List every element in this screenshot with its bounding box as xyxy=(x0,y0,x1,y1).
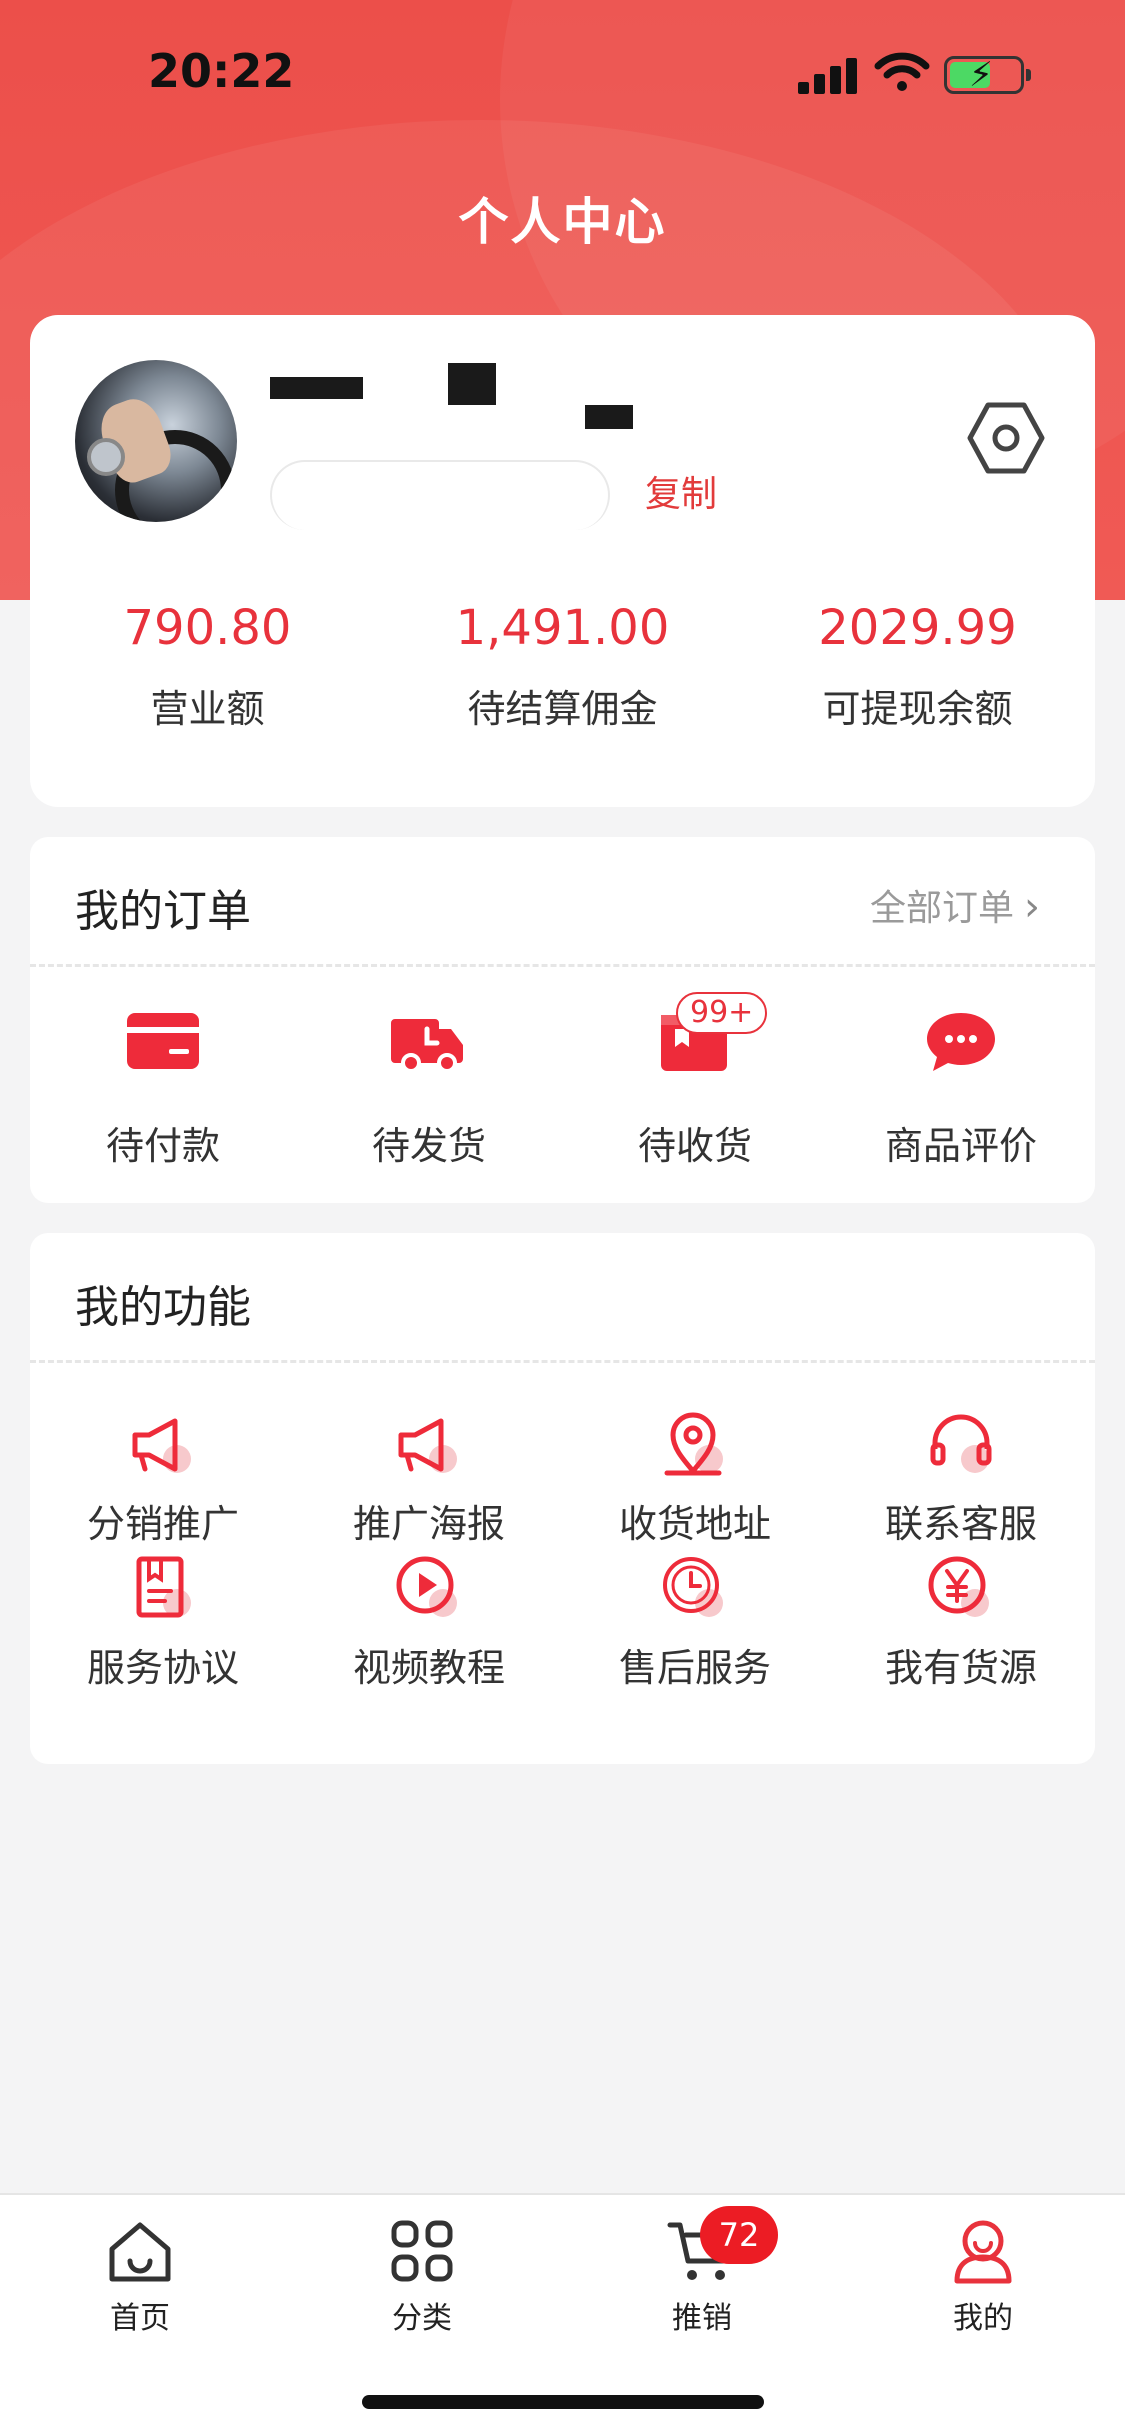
username-redacted xyxy=(585,405,633,429)
headset-icon xyxy=(930,1414,992,1473)
stat-value: 2029.99 xyxy=(818,600,1017,656)
orders-header: 我的订单 全部订单 › xyxy=(30,837,1095,967)
status-bar: 20:22 ⚡ xyxy=(0,0,1125,140)
all-orders-label: 全部订单 xyxy=(869,888,1014,929)
order-label: 商品评价 xyxy=(884,1124,1037,1168)
location-pin-icon xyxy=(664,1412,723,1476)
clock-icon xyxy=(663,1557,723,1617)
func-promo-poster[interactable]: 推广海报 xyxy=(296,1363,562,1546)
func-service-agreement[interactable]: 服务协议 xyxy=(30,1543,296,1723)
truck-icon xyxy=(391,1019,463,1073)
func-shipping-address[interactable]: 收货地址 xyxy=(562,1363,828,1546)
func-label: 联系客服 xyxy=(884,1502,1037,1546)
user-icon xyxy=(954,2220,1012,2284)
order-review[interactable]: 商品评价 xyxy=(828,967,1094,1199)
page-title: 个人中心 xyxy=(458,193,667,251)
tab-label: 我的 xyxy=(953,2301,1013,2336)
card-icon xyxy=(127,1013,199,1069)
functions-title: 我的功能 xyxy=(75,1282,251,1333)
stat-label: 待结算佣金 xyxy=(467,687,658,731)
stat-value: 1,491.00 xyxy=(455,600,670,656)
stat-pending-commission[interactable]: 1,491.00 待结算佣金 xyxy=(385,600,740,733)
grid-icon xyxy=(391,2220,453,2282)
stat-revenue[interactable]: 790.80 营业额 xyxy=(30,600,385,733)
stat-label: 营业额 xyxy=(150,687,265,731)
tab-label: 推销 xyxy=(672,2301,732,2336)
func-after-sales[interactable]: 售后服务 xyxy=(562,1543,828,1723)
avatar[interactable] xyxy=(75,360,237,522)
func-label: 分销推广 xyxy=(86,1502,239,1546)
megaphone-icon xyxy=(132,1418,191,1473)
profile-card: 复制 790.80 营业额 1,491.00 待结算佣金 2029.99 可提现… xyxy=(30,315,1095,807)
yen-icon xyxy=(928,1556,989,1617)
order-pending-shipment[interactable]: 待发货 xyxy=(296,967,562,1199)
wifi-icon xyxy=(874,52,930,91)
user-id-pill xyxy=(270,460,610,530)
func-distribution-promo[interactable]: 分销推广 xyxy=(30,1363,296,1546)
pending-receipt-badge: 99+ xyxy=(676,992,768,1034)
functions-header: 我的功能 xyxy=(30,1233,1095,1363)
stat-withdrawable-balance[interactable]: 2029.99 可提现余额 xyxy=(740,600,1095,733)
order-label: 待发货 xyxy=(371,1124,486,1168)
tab-mine[interactable]: 我的 xyxy=(883,2215,1083,2337)
username-redacted xyxy=(448,363,496,405)
username-redacted xyxy=(270,377,363,399)
battery-icon: ⚡ xyxy=(944,55,1031,95)
func-customer-service[interactable]: 联系客服 xyxy=(828,1363,1094,1546)
tab-label: 分类 xyxy=(392,2301,452,2336)
signal-icon xyxy=(798,58,858,94)
functions-card: 我的功能 分销推广 推广海报 收货地址 联系客服 服务协议 视频教程 售后服务 … xyxy=(30,1233,1095,1764)
settings-icon[interactable] xyxy=(967,399,1045,477)
megaphone-icon xyxy=(398,1418,457,1473)
orders-card: 我的订单 全部订单 › 待付款 待发货 待收货 商品评价 xyxy=(30,837,1095,1203)
document-icon xyxy=(136,1556,191,1618)
play-icon xyxy=(396,1556,457,1617)
tab-label: 首页 xyxy=(110,2301,170,2336)
tab-category[interactable]: 分类 xyxy=(322,2215,522,2337)
all-orders-link[interactable]: 全部订单 › xyxy=(870,879,1040,931)
func-label: 视频教程 xyxy=(352,1646,505,1690)
chevron-right-icon: › xyxy=(1024,884,1040,930)
func-video-tutorial[interactable]: 视频教程 xyxy=(296,1543,562,1723)
order-pending-payment[interactable]: 待付款 xyxy=(30,967,296,1199)
tab-home[interactable]: 首页 xyxy=(40,2215,240,2337)
chat-bubble-icon xyxy=(927,1013,995,1071)
func-supply-source[interactable]: 我有货源 xyxy=(828,1543,1094,1723)
func-label: 售后服务 xyxy=(618,1646,771,1690)
home-icon xyxy=(109,2222,171,2282)
home-indicator xyxy=(362,2395,764,2409)
copy-button[interactable]: 复制 xyxy=(645,465,717,517)
stat-value: 790.80 xyxy=(123,600,292,656)
order-label: 待付款 xyxy=(105,1124,220,1168)
stats-row: 790.80 营业额 1,491.00 待结算佣金 2029.99 可提现余额 xyxy=(30,600,1095,733)
func-label: 推广海报 xyxy=(352,1502,505,1546)
stat-label: 可提现余额 xyxy=(822,687,1013,731)
order-label: 待收货 xyxy=(637,1124,752,1168)
func-label: 收货地址 xyxy=(618,1502,771,1546)
func-label: 服务协议 xyxy=(86,1646,239,1690)
func-label: 我有货源 xyxy=(884,1646,1037,1690)
status-time: 20:22 xyxy=(148,44,295,98)
orders-title: 我的订单 xyxy=(75,886,251,937)
cart-count-badge: 72 xyxy=(700,2206,778,2264)
